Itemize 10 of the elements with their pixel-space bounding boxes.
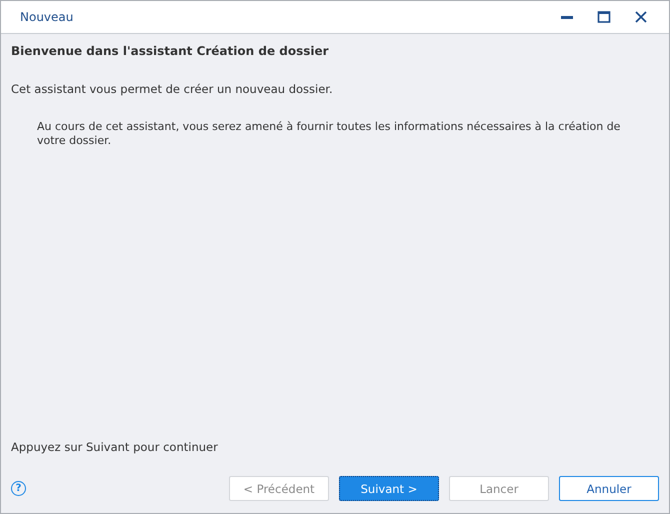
intro-text: Cet assistant vous permet de créer un nouveau dossier.	[11, 82, 334, 96]
window-title: Nouveau	[20, 10, 74, 24]
wizard-button[interactable]: Suivant >	[339, 476, 439, 501]
wizard-heading: Bienvenue dans l'assistant Création de dossier	[11, 44, 330, 58]
hint-text: Appuyez sur Suivant pour continuer	[11, 440, 219, 454]
help-icon[interactable]: ?	[11, 481, 26, 496]
maximize-icon[interactable]	[596, 9, 612, 25]
close-icon[interactable]	[633, 9, 649, 25]
details-text: Au cours de cet assistant, vous serez amené à fournir toutes les informations nécessaires à la création de votre dossier.	[37, 120, 622, 148]
wizard-button[interactable]: Annuler	[559, 476, 659, 501]
